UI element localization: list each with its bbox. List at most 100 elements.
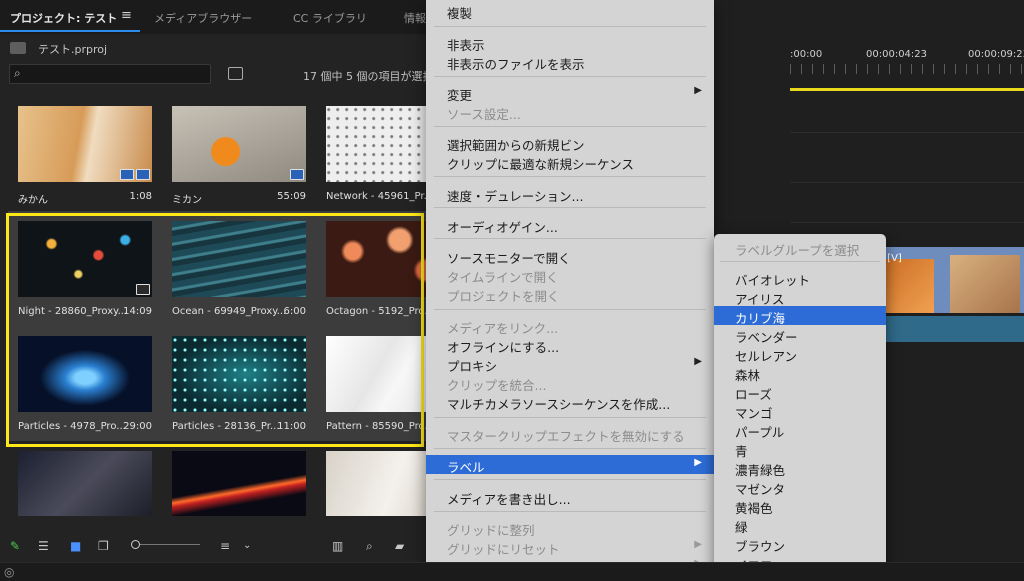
menu-item-create-multicam[interactable]: マルチカメラソースシーケンスを作成...	[426, 392, 714, 412]
submenu-item-cerulean[interactable]: セルレアン	[714, 344, 886, 364]
list-view-icon[interactable]: ☰	[38, 539, 49, 553]
automate-to-sequence-icon[interactable]: ▥	[332, 539, 343, 553]
media-grid: みかん 1:08 ミカン 55:09 Network - 45961_Pr...…	[8, 96, 426, 516]
menu-item-make-offline[interactable]: オフラインにする...	[426, 335, 714, 355]
media-tile-mikan[interactable]: みかん 1:08	[8, 96, 162, 211]
media-tile-highway[interactable]	[162, 441, 316, 516]
submenu-item-teal[interactable]: 濃青緑色	[714, 458, 886, 478]
media-tile-white-pattern[interactable]	[316, 441, 426, 516]
submenu-item-lavender[interactable]: ラベンダー	[714, 325, 886, 345]
panel-menu-icon[interactable]: ≡	[121, 8, 132, 23]
tab-project[interactable]: プロジェクト: テスト	[10, 10, 117, 26]
menu-item-label: 複製	[447, 6, 473, 21]
menu-item-label-color[interactable]: ラベル ▶	[426, 455, 714, 475]
zoom-slider-track[interactable]	[140, 544, 200, 545]
menu-item-label: マルチカメラソースシーケンスを作成...	[447, 397, 671, 412]
menu-item-speed-duration[interactable]: 速度・デュレーション...	[426, 184, 714, 204]
timeline-video-clip[interactable]: かん [V]	[862, 247, 1024, 313]
video-badge-icon	[120, 169, 134, 180]
media-tile-mikan-katakana[interactable]: ミカン 55:09	[162, 96, 316, 211]
thumbnail	[172, 336, 306, 412]
menu-item-open-project[interactable]: プロジェクトを開く	[426, 284, 714, 304]
status-icon: ◎	[4, 565, 15, 579]
menu-item-show-hidden[interactable]: 非表示のファイルを表示	[426, 52, 714, 72]
pencil-icon[interactable]: ✎	[10, 539, 20, 553]
menu-separator	[434, 176, 706, 177]
submenu-item-brown[interactable]: ブラウン	[714, 534, 886, 554]
menu-item-align-to-grid[interactable]: グリッドに整列	[426, 518, 714, 538]
tile-name: Night - 28860_Proxy...	[18, 306, 128, 317]
menu-item-disable-master-clip-effects[interactable]: マスタークリップエフェクトを無効にする	[426, 424, 714, 444]
submenu-item-select-label-group[interactable]: ラベルグループを選択	[714, 238, 886, 258]
zoom-slider-handle[interactable]	[131, 540, 140, 549]
submenu-item-green[interactable]: 緑	[714, 515, 886, 535]
media-tile-octagon[interactable]: Octagon - 5192_Pro...	[316, 211, 426, 326]
thumbnail	[18, 106, 152, 182]
chevron-down-icon[interactable]: ⌄	[243, 540, 251, 551]
menu-item-export-media[interactable]: メディアを書き出し...	[426, 487, 714, 507]
search-input[interactable]	[30, 67, 206, 81]
work-area-bar[interactable]	[790, 88, 1024, 91]
new-search-bin-icon[interactable]	[228, 67, 243, 80]
search-icon: ⌕	[14, 66, 21, 80]
media-tile-particles-4978[interactable]: Particles - 4978_Pro... 29:00	[8, 326, 162, 441]
submenu-item-purple[interactable]: パープル	[714, 420, 886, 440]
thumbnail	[18, 336, 152, 412]
tile-duration: 14:09	[123, 306, 152, 317]
menu-item-reset-to-grid[interactable]: グリッドにリセット ▶	[426, 537, 714, 557]
new-bin-icon[interactable]: ▰	[395, 539, 404, 553]
tile-duration: 1:08	[129, 191, 152, 202]
menu-item-proxy[interactable]: プロキシ ▶	[426, 354, 714, 374]
media-tile-ocean[interactable]: Ocean - 69949_Proxy... 6:00	[162, 211, 316, 326]
thumbnail	[18, 221, 152, 297]
menu-item-label: オーディオゲイン...	[447, 220, 558, 235]
menu-separator	[434, 417, 706, 418]
tab-info[interactable]: 情報	[404, 10, 426, 26]
submenu-item-caribbean[interactable]: カリブ海	[714, 306, 886, 326]
menu-item-new-bin-from-selection[interactable]: 選択範囲からの新規ビン	[426, 133, 714, 153]
submenu-item-blue[interactable]: 青	[714, 439, 886, 459]
menu-item-duplicate[interactable]: 複製	[426, 1, 714, 21]
menu-item-modify[interactable]: 変更 ▶	[426, 83, 714, 103]
thumbnail	[18, 451, 152, 516]
menu-item-open-in-timeline[interactable]: タイムラインで開く	[426, 265, 714, 285]
menu-item-label: プロジェクトを開く	[447, 289, 560, 304]
track-divider	[790, 182, 1024, 183]
menu-item-source-settings[interactable]: ソース設定...	[426, 102, 714, 122]
submenu-item-mango[interactable]: マンゴ	[714, 401, 886, 421]
thumbnail	[326, 336, 426, 412]
timeline-audio-clip[interactable]	[862, 316, 1024, 342]
media-tile-pattern[interactable]: Pattern - 85590_Pro...	[316, 326, 426, 441]
submenu-item-forest[interactable]: 森林	[714, 363, 886, 383]
freeform-view-icon[interactable]: ❐	[98, 539, 109, 553]
tile-name: Particles - 4978_Pro...	[18, 421, 126, 432]
find-icon[interactable]: ⌕	[366, 539, 373, 554]
media-tile-night[interactable]: Night - 28860_Proxy... 14:09	[8, 211, 162, 326]
menu-item-link-media[interactable]: メディアをリンク...	[426, 316, 714, 336]
menu-item-merge-clips[interactable]: クリップを統合...	[426, 373, 714, 393]
submenu-item-magenta[interactable]: マゼンタ	[714, 477, 886, 497]
search-box[interactable]: ⌕	[9, 64, 211, 84]
menu-separator	[434, 207, 706, 208]
menu-separator	[434, 126, 706, 127]
icon-view-icon[interactable]: ■	[70, 539, 81, 553]
thumbnail	[326, 221, 426, 297]
menu-item-hide[interactable]: 非表示	[426, 33, 714, 53]
menu-item-open-source-monitor[interactable]: ソースモニターで開く	[426, 246, 714, 266]
sort-icon[interactable]: ≡	[220, 539, 230, 553]
tab-cc-library[interactable]: CC ライブラリ	[293, 10, 367, 26]
media-tile-network[interactable]: Network - 45961_Pr...	[316, 96, 426, 211]
submenu-item-tan[interactable]: 黄褐色	[714, 496, 886, 516]
thumbnail	[326, 451, 426, 516]
media-tile-milkyway[interactable]	[8, 441, 162, 516]
audio-badge-icon	[136, 169, 150, 180]
submenu-item-rose[interactable]: ローズ	[714, 382, 886, 402]
submenu-item-iris[interactable]: アイリス	[714, 287, 886, 307]
menu-item-new-sequence-from-clip[interactable]: クリップに最適な新規シーケンス	[426, 152, 714, 172]
tab-media-browser[interactable]: メディアブラウザー	[154, 10, 252, 26]
media-tile-particles-28136[interactable]: Particles - 28136_Pr... 11:00	[162, 326, 316, 441]
menu-item-audio-gain[interactable]: オーディオゲイン...	[426, 215, 714, 235]
submenu-item-violet[interactable]: バイオレット	[714, 268, 886, 288]
menu-item-label: ラベル	[447, 460, 485, 475]
project-panel: プロジェクト: テスト ≡ メディアブラウザー CC ライブラリ 情報 テスト.…	[0, 0, 434, 562]
